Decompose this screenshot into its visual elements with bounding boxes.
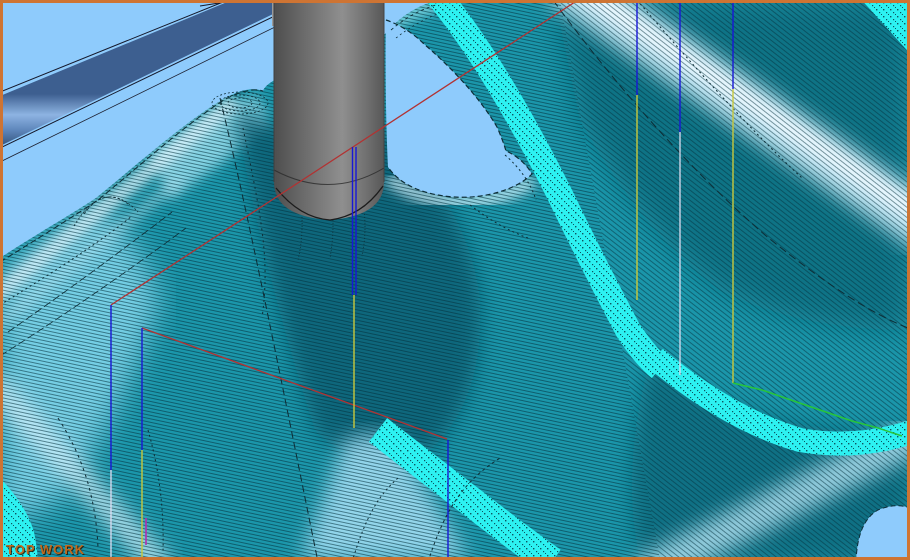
- view-orientation-label: TOP WORK: [6, 542, 85, 557]
- viewport-3d-scene[interactable]: [0, 0, 910, 560]
- cam-viewport[interactable]: TOP WORK: [0, 0, 910, 560]
- cutting-tool: [272, 0, 384, 220]
